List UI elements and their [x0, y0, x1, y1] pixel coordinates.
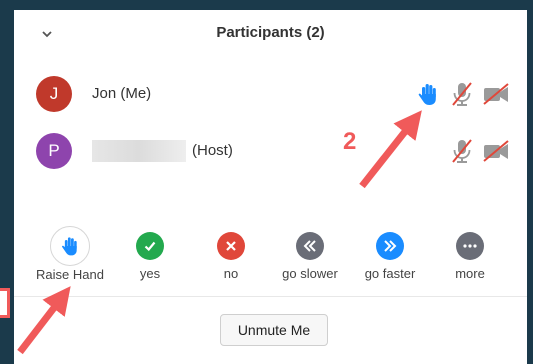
participant-row[interactable]: J Jon (Me) — [14, 72, 527, 116]
no-label: no — [223, 266, 239, 281]
go-faster-label: go faster — [364, 266, 416, 281]
host-label: (Host) — [192, 142, 233, 159]
yes-label: yes — [139, 266, 161, 281]
hand-icon — [62, 237, 77, 256]
avatar: P — [36, 133, 72, 169]
more-label: more — [455, 266, 485, 281]
raised-hand-icon — [418, 84, 436, 105]
video-off-icon[interactable] — [482, 137, 510, 165]
no-button[interactable]: no — [193, 228, 269, 288]
x-icon — [217, 232, 245, 260]
divider — [14, 296, 527, 297]
fast-forward-icon — [376, 232, 404, 260]
raise-hand-label: Raise Hand — [36, 267, 104, 282]
muted-mic-icon[interactable] — [448, 80, 476, 108]
muted-mic-icon[interactable] — [448, 137, 476, 165]
redacted-name — [92, 140, 186, 162]
unmute-me-button[interactable]: Unmute Me — [220, 314, 328, 346]
go-faster-button[interactable]: go faster — [352, 228, 428, 288]
participant-name: Jon (Me) — [92, 85, 152, 102]
rewind-icon — [296, 232, 324, 260]
raise-hand-circle — [50, 226, 90, 266]
panel-title: Participants (2) — [216, 24, 325, 41]
participant-row[interactable]: P (Host) — [14, 129, 527, 173]
video-off-icon[interactable] — [482, 80, 510, 108]
more-icon — [456, 232, 484, 260]
annotation-number: 2 — [343, 128, 357, 155]
yes-button[interactable]: yes — [112, 228, 188, 288]
participants-panel: Participants (2) J Jon (Me) P (Host) Rai… — [14, 10, 527, 364]
reaction-bar: Raise Hand yes no go slower go faster mo… — [14, 226, 527, 288]
more-button[interactable]: more — [432, 228, 508, 288]
go-slower-label: go slower — [282, 266, 338, 281]
annotation-box-fragment — [0, 288, 10, 318]
panel-header: Participants (2) — [14, 10, 527, 58]
raise-hand-button[interactable]: Raise Hand — [32, 226, 108, 288]
check-icon — [136, 232, 164, 260]
avatar: J — [36, 76, 72, 112]
go-slower-button[interactable]: go slower — [272, 228, 348, 288]
